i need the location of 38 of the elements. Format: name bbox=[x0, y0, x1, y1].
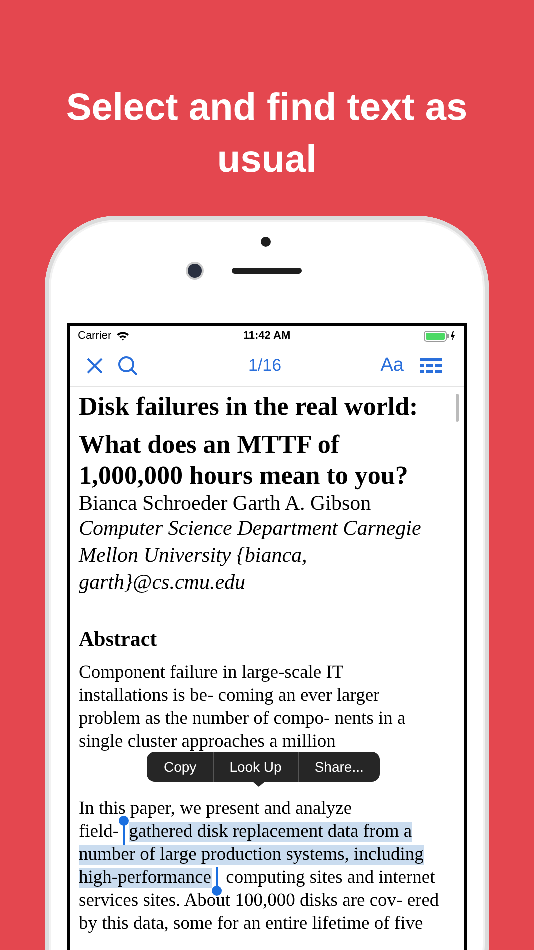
battery-icon bbox=[424, 330, 456, 342]
status-time: 11:42 AM bbox=[242, 330, 292, 342]
carrier-label: Carrier bbox=[78, 330, 112, 342]
document-title: Disk failures in the real world: bbox=[79, 391, 418, 422]
selected-text: gathered disk replacement data from a bbox=[129, 822, 412, 842]
body-text: services sites. About 100,000 disks are cov- ered bbox=[79, 891, 440, 911]
scroll-indicator bbox=[456, 394, 459, 422]
body-text: Component failure in large-scale IT bbox=[79, 663, 344, 683]
wifi-icon bbox=[116, 331, 130, 341]
camera-icon bbox=[188, 264, 202, 278]
headline: Select and find text as usual bbox=[65, 86, 469, 183]
search-button[interactable] bbox=[118, 356, 138, 376]
body-text: single cluster approaches a million bbox=[79, 732, 336, 752]
contents-button[interactable] bbox=[420, 358, 442, 374]
section-heading: Abstract bbox=[79, 626, 158, 652]
page-indicator: 1/16 bbox=[247, 356, 283, 376]
selection-handle-icon[interactable] bbox=[119, 816, 130, 845]
document-title: What does an MTTF of bbox=[79, 429, 340, 460]
affiliation-text: garth}@cs.cmu.edu bbox=[79, 569, 246, 596]
body-text: field- bbox=[79, 822, 120, 842]
body-text: problem as the number of compo- nents in a bbox=[79, 709, 406, 729]
sensor-dot-icon bbox=[261, 237, 271, 247]
menu-item[interactable]: Copy bbox=[147, 752, 213, 782]
speaker-icon bbox=[232, 268, 302, 274]
selected-text: high-performance bbox=[79, 868, 212, 888]
authors-text: Bianca Schroeder Garth A. Gibson bbox=[79, 491, 372, 515]
document-title: 1,000,000 hours mean to you? bbox=[79, 460, 408, 491]
affiliation-text: Mellon University {bianca, bbox=[79, 542, 308, 569]
menu-item[interactable]: Look Up bbox=[212, 752, 298, 782]
body-text: by this data, some for an entire lifetime of five bbox=[79, 914, 424, 934]
font-button[interactable]: Aa bbox=[380, 355, 404, 377]
body-text: installations is be- coming an ever larger bbox=[79, 686, 380, 706]
selected-text: number of large production systems, including bbox=[79, 845, 424, 865]
body-text: In this paper, we present and analyze bbox=[79, 799, 352, 819]
close-button[interactable] bbox=[86, 357, 104, 375]
menu-item[interactable]: Share... bbox=[298, 752, 380, 782]
body-text: computing sites and internet bbox=[225, 868, 436, 888]
affiliation-text: Computer Science Department Carnegie bbox=[79, 515, 422, 542]
